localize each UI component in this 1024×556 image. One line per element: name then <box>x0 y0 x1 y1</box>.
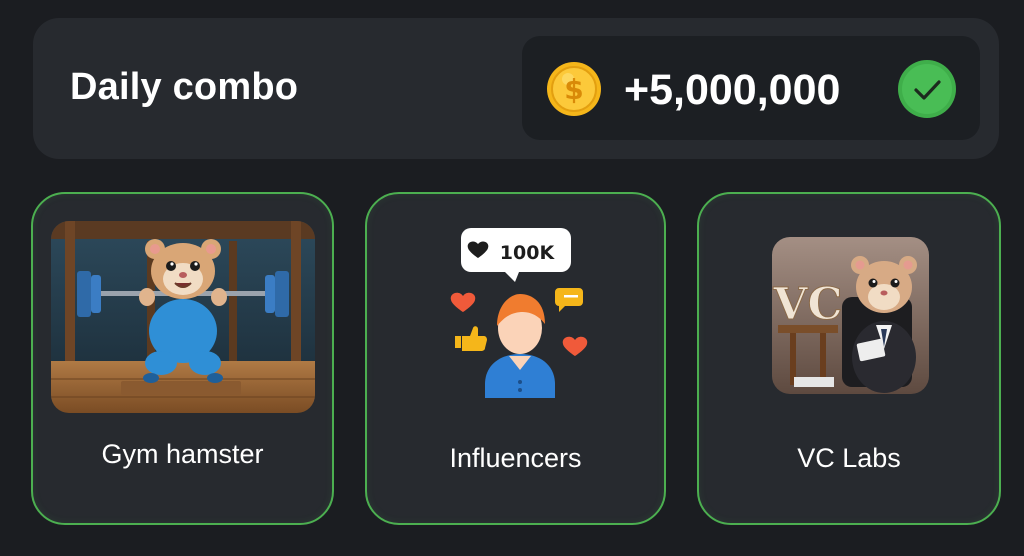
card-label: Influencers <box>449 443 582 473</box>
influencer-image: 100K <box>445 216 595 398</box>
combo-card-influencers[interactable]: 100K Influencers <box>365 192 666 525</box>
dollar-coin-icon: $ <box>547 62 601 116</box>
combo-card-gym-hamster[interactable]: Gym hamster <box>31 192 334 525</box>
daily-combo-header: Daily combo $ +5,000,000 <box>33 18 999 159</box>
reward-pill: $ +5,000,000 <box>522 36 980 140</box>
check-circle-icon <box>898 60 956 118</box>
gym-hamster-image <box>51 221 315 413</box>
reward-amount: +5,000,000 <box>624 66 841 114</box>
svg-text:$: $ <box>564 73 583 106</box>
daily-combo-title: Daily combo <box>70 66 299 108</box>
combo-card-vc-labs[interactable]: VC VC Labs <box>697 192 1001 525</box>
vc-labs-hamster-image: VC <box>772 237 929 394</box>
card-label: VC Labs <box>797 443 901 473</box>
daily-combo-screen: Daily combo $ +5,000,000 Gym hamster 100… <box>0 0 1024 556</box>
vc-sign: VC <box>772 279 842 330</box>
card-label: Gym hamster <box>101 439 264 469</box>
likes-badge: 100K <box>500 242 556 264</box>
